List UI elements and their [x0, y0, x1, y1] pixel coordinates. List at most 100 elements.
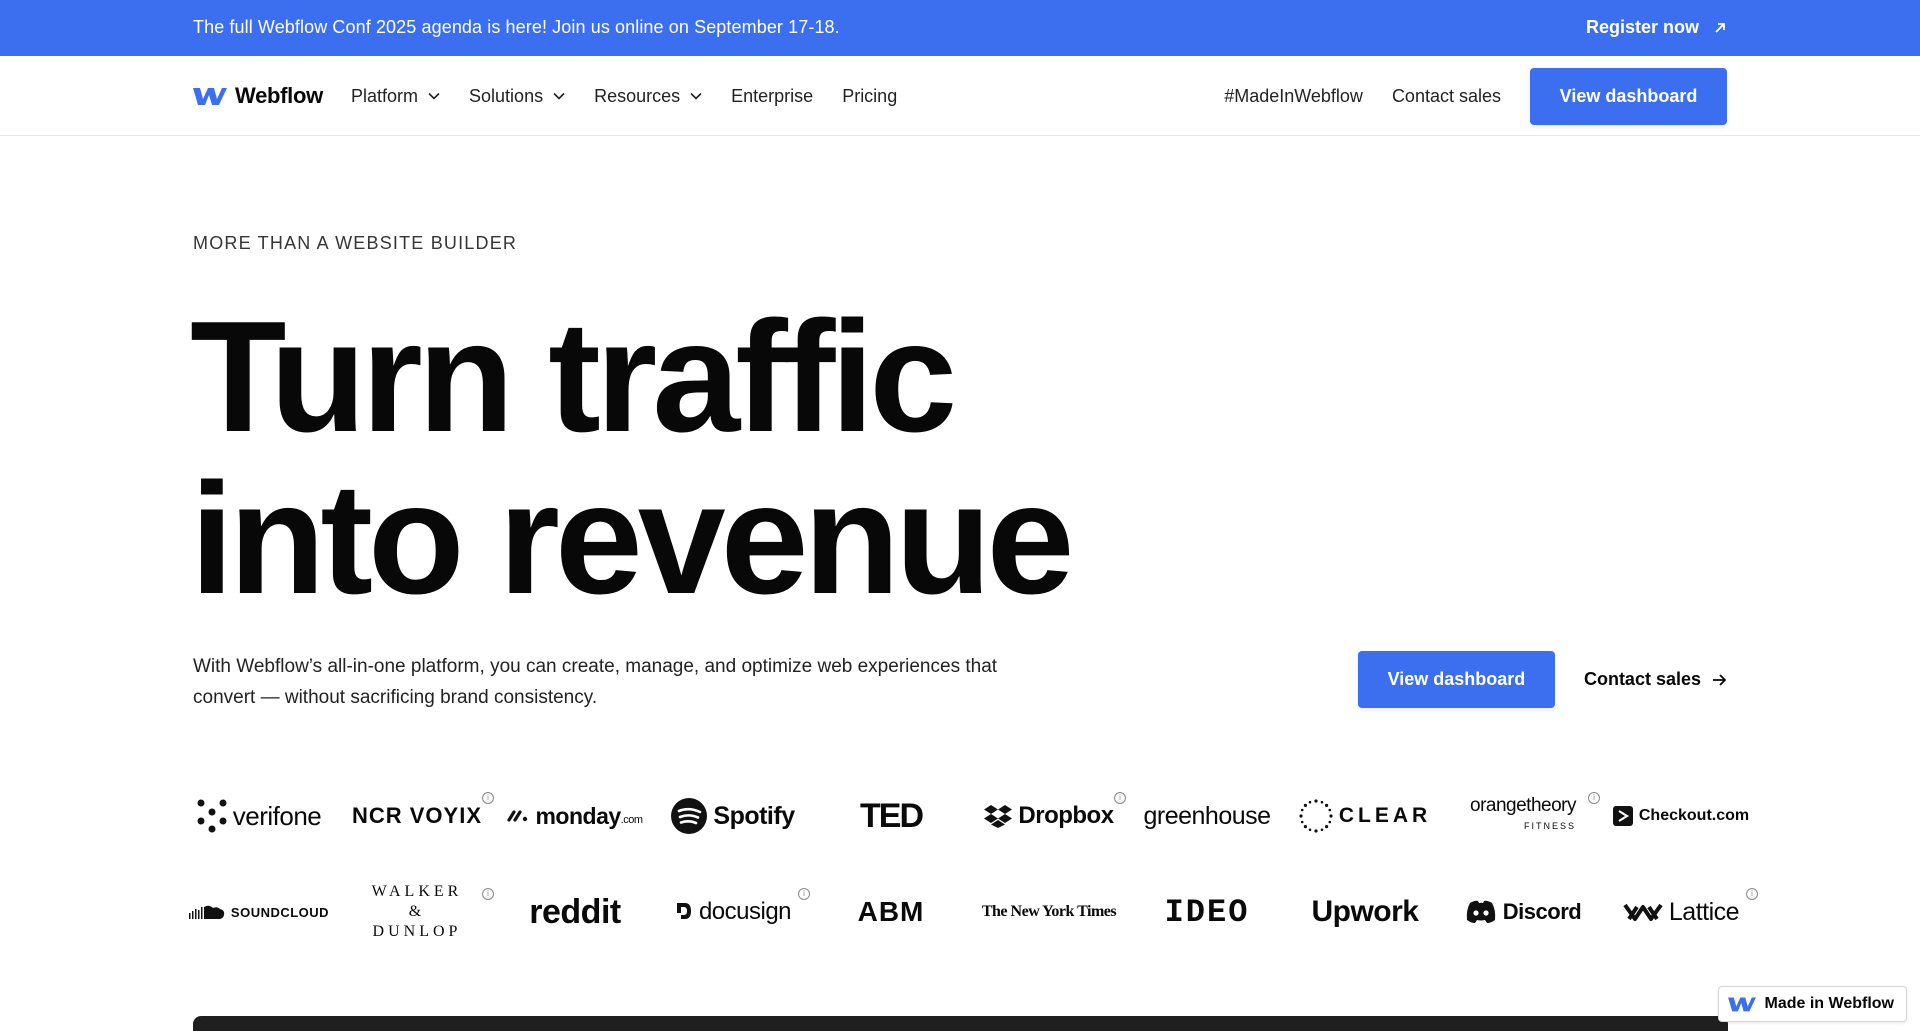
logo-label: TED: [860, 796, 924, 835]
nav-item-label: Enterprise: [731, 85, 814, 106]
hero-view-dashboard-button[interactable]: View dashboard: [1357, 651, 1555, 708]
product-preview: [193, 1016, 1728, 1031]
logo-label: Discord: [1502, 899, 1582, 924]
logo-label: greenhouse: [1143, 801, 1271, 830]
made-in-webflow-badge[interactable]: Made in Webflow: [1717, 986, 1907, 1022]
info-icon: i: [1114, 792, 1126, 804]
made-in-webflow-link[interactable]: #MadeInWebflow: [1224, 86, 1363, 107]
logo-upwork[interactable]: Upwork: [1286, 884, 1444, 940]
nav-item-label: Resources: [594, 85, 681, 106]
announcement-text: The full Webflow Conf 2025 agenda is her…: [193, 17, 840, 37]
info-icon: i: [1588, 792, 1600, 804]
register-now-label: Register now: [1585, 17, 1699, 37]
logo-label: Spotify: [713, 801, 795, 830]
dropbox-icon: [984, 805, 1013, 828]
logo-label: reddit: [529, 892, 621, 931]
logo-label: orangetheory: [1470, 795, 1576, 816]
nav-item-label: Pricing: [842, 85, 898, 106]
verifone-dots-icon: [197, 799, 227, 833]
info-icon: i: [1746, 888, 1758, 900]
soundcloud-icon: [188, 905, 225, 919]
nav-item-solutions[interactable]: Solutions: [469, 86, 565, 107]
badge-label: Made in Webflow: [1764, 995, 1894, 1012]
logo-nytimes[interactable]: The New York Times: [970, 884, 1128, 940]
checkout-icon: [1612, 806, 1633, 826]
info-icon: i: [482, 792, 494, 804]
logo-abm[interactable]: ABM: [812, 884, 970, 940]
logo-checkout[interactable]: Checkout.com: [1602, 788, 1760, 844]
logo-label: CLEAR: [1338, 804, 1432, 827]
logo-lattice[interactable]: Lattice i: [1602, 884, 1760, 940]
view-dashboard-button[interactable]: View dashboard: [1530, 67, 1727, 125]
register-now-link[interactable]: Register now: [1586, 17, 1727, 38]
logo-label: Checkout.com: [1638, 807, 1750, 824]
nav-item-label: Solutions: [469, 85, 544, 106]
webflow-logo-icon: [193, 88, 227, 105]
spotify-icon: [671, 798, 708, 834]
logo-suffix: .com: [620, 814, 643, 826]
logo-spotify[interactable]: Spotify: [654, 788, 812, 844]
webflow-logo[interactable]: Webflow: [193, 83, 323, 109]
hero-eyebrow: MORE THAN A WEBSITE BUILDER: [193, 233, 518, 253]
logo-ted[interactable]: TED: [812, 788, 970, 844]
logo-label: IDEO: [1164, 893, 1250, 931]
logo-docusign[interactable]: docusign i: [654, 884, 812, 940]
logo-text: Webflow: [235, 83, 323, 108]
discord-icon: [1466, 900, 1495, 923]
logo-label: NCR VOYIX: [351, 803, 483, 828]
nav-item-platform[interactable]: Platform: [351, 86, 440, 107]
clear-dots-icon: [1299, 799, 1333, 833]
logo-label: WALKER & DUNLOP: [371, 883, 463, 940]
logo-greenhouse[interactable]: greenhouse: [1128, 788, 1286, 844]
chevron-down-icon: [690, 92, 702, 100]
announcement-bar: The full Webflow Conf 2025 agenda is her…: [0, 0, 1920, 56]
logo-label: Dropbox: [1018, 802, 1114, 829]
nav-item-resources[interactable]: Resources: [594, 86, 702, 107]
logo-dropbox[interactable]: Dropbox i: [970, 788, 1128, 844]
nav-item-enterprise[interactable]: Enterprise: [731, 86, 813, 107]
logo-monday[interactable]: monday .com: [496, 788, 654, 844]
contact-sales-link[interactable]: Contact sales: [1392, 86, 1501, 107]
logo-reddit[interactable]: reddit: [496, 884, 654, 940]
logo-soundcloud[interactable]: SOUNDCLOUD: [180, 884, 338, 940]
headline-line-1: Turn traffic: [190, 289, 957, 465]
logo-label: Upwork: [1311, 895, 1419, 928]
headline-line-2: into revenue: [190, 451, 1074, 627]
logo-label: monday: [535, 802, 621, 829]
logo-orangetheory[interactable]: orangetheory FITNESS i: [1444, 788, 1602, 844]
hero-contact-sales-link[interactable]: Contact sales: [1584, 669, 1727, 690]
logo-ideo[interactable]: IDEO: [1128, 884, 1286, 940]
hero-headline: Turn traffic into revenue: [190, 289, 1074, 627]
arrow-right-icon: [1713, 673, 1727, 686]
arrow-up-right-icon: [1715, 22, 1725, 33]
logo-clear[interactable]: CLEAR: [1286, 788, 1444, 844]
logo-label: SOUNDCLOUD: [230, 904, 330, 920]
logo-label: Lattice: [1668, 897, 1740, 926]
nav-item-label: Platform: [351, 85, 419, 106]
main-nav: Webflow Platform Solutions Resources Ent…: [0, 56, 1920, 136]
docusign-icon: [676, 903, 691, 919]
logo-sublabel: FITNESS: [1523, 821, 1576, 831]
logo-label: docusign: [698, 898, 792, 925]
webflow-logo-icon: [1727, 997, 1756, 1012]
info-icon: i: [798, 888, 810, 900]
lattice-icon: [1623, 903, 1663, 921]
logo-walker-dunlop[interactable]: WALKER & DUNLOP i: [338, 883, 496, 940]
nav-right: #MadeInWebflow Contact sales View dashbo…: [1224, 56, 1727, 136]
logo-verifone[interactable]: verifone: [180, 788, 338, 844]
customer-logos: verifone NCR VOYIX i monday .com Spotify …: [180, 788, 1758, 940]
info-icon: i: [482, 888, 494, 900]
hero-subtext: With Webflow’s all-in-one platform, you …: [193, 656, 998, 708]
chevron-down-icon: [553, 92, 565, 100]
hero-ctas: View dashboard Contact sales: [1357, 651, 1727, 708]
nav-item-pricing[interactable]: Pricing: [842, 86, 897, 107]
nav-links: Platform Solutions Resources Enterprise …: [351, 56, 897, 136]
logo-label: ABM: [857, 896, 925, 927]
chevron-down-icon: [428, 92, 440, 100]
logo-discord[interactable]: Discord: [1444, 884, 1602, 940]
logo-label: The New York Times: [981, 903, 1117, 920]
logo-label: verifone: [232, 800, 322, 831]
contact-sales-label: Contact sales: [1583, 669, 1701, 689]
monday-mark-icon: [507, 810, 528, 822]
logo-ncr-voyix[interactable]: NCR VOYIX i: [338, 788, 496, 844]
